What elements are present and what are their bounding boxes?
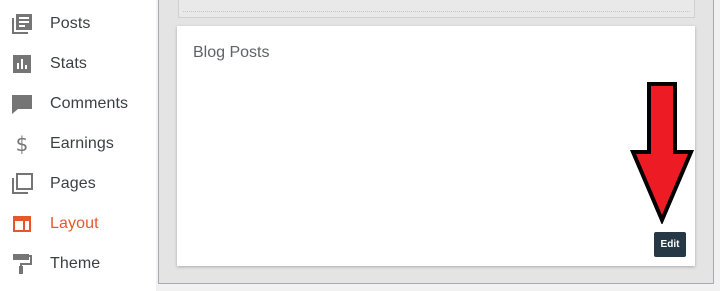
widget-title: Blog Posts [193, 44, 270, 61]
sidebar-item-label: Comments [50, 95, 129, 112]
layout-icon [11, 213, 33, 235]
sidebar-item-theme[interactable]: Theme [0, 244, 156, 284]
sidebar-item-label: Posts [50, 15, 91, 32]
sidebar-item-layout[interactable]: Layout [0, 204, 156, 244]
sidebar-item-stats[interactable]: Stats [0, 44, 156, 84]
sidebar-item-comments[interactable]: Comments [0, 84, 156, 124]
sidebar-item-label: Earnings [50, 135, 114, 152]
comments-icon [11, 93, 33, 115]
top-widget-placeholder [178, 0, 695, 18]
paint-roller-icon [11, 253, 33, 275]
sidebar-item-label: Layout [50, 215, 99, 232]
sidebar-item-posts[interactable]: Posts [0, 4, 156, 44]
blog-posts-widget: Blog Posts Edit [177, 26, 695, 266]
sidebar-item-earnings[interactable]: $ Earnings [0, 124, 156, 164]
divider [183, 11, 690, 12]
pages-icon [11, 173, 33, 195]
sidebar-item-label: Stats [50, 55, 87, 72]
dollar-icon: $ [11, 133, 33, 155]
stats-icon [11, 53, 33, 75]
sidebar-item-label: Theme [50, 255, 101, 272]
svg-text:$: $ [16, 133, 29, 155]
edit-button[interactable]: Edit [654, 232, 686, 257]
sidebar: Posts Stats Comments $ Earnings Pages La… [0, 0, 156, 291]
posts-icon [11, 13, 33, 35]
sidebar-item-pages[interactable]: Pages [0, 164, 156, 204]
sidebar-item-label: Pages [50, 175, 96, 192]
